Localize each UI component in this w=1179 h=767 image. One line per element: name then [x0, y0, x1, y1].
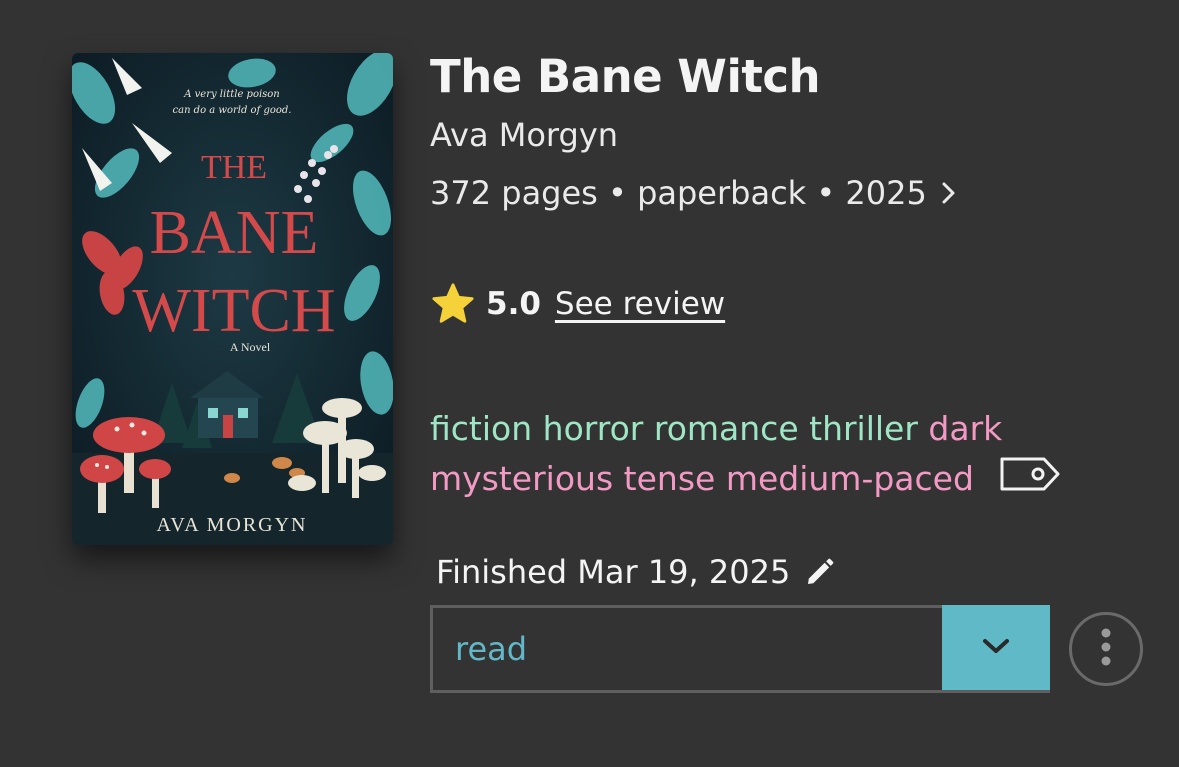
- genre-tag[interactable]: horror: [543, 409, 644, 448]
- book-details-row[interactable]: 372 pages • paperback • 2025: [430, 174, 957, 212]
- mood-tag[interactable]: tense: [624, 459, 716, 498]
- pencil-icon[interactable]: [804, 556, 836, 588]
- finished-date-row: Finished Mar 19, 2025: [436, 553, 836, 591]
- genre-tag[interactable]: fiction: [430, 409, 532, 448]
- see-review-link[interactable]: See review: [555, 286, 725, 322]
- book-details: 372 pages • paperback • 2025: [430, 174, 927, 212]
- chevron-right-icon: [941, 181, 957, 205]
- cover-author: AVA MORGYN: [157, 514, 308, 536]
- rating-value: 5.0: [486, 286, 541, 322]
- rating-row: 5.0 See review: [430, 282, 725, 326]
- genre-tag[interactable]: romance: [654, 409, 799, 448]
- cover-tagline-2: can do a world of good.: [173, 105, 292, 116]
- genre-tag[interactable]: thriller: [809, 409, 918, 448]
- finished-date: Finished Mar 19, 2025: [436, 553, 791, 591]
- book-title: The Bane Witch: [430, 50, 821, 103]
- book-cover[interactable]: A very little poison can do a world of g…: [72, 53, 393, 545]
- shelf-dropdown-button[interactable]: [942, 605, 1050, 693]
- book-author[interactable]: Ava Morgyn: [430, 116, 618, 154]
- shelf-select-value[interactable]: read: [430, 605, 942, 693]
- shelf-select[interactable]: read: [430, 605, 1050, 693]
- mood-tag[interactable]: mysterious: [430, 459, 613, 498]
- tag-list: fiction horror romance thriller dark mys…: [430, 404, 1130, 507]
- chevron-down-icon: [981, 636, 1011, 660]
- mood-tag[interactable]: medium-paced: [726, 459, 974, 498]
- tag-icon[interactable]: [998, 455, 1062, 507]
- cover-title-bane: BANE: [150, 199, 319, 267]
- star-icon: [430, 282, 476, 326]
- cover-title-the: THE: [201, 149, 267, 186]
- cover-subtitle: A Novel: [230, 340, 271, 354]
- cover-title-witch: WITCH: [132, 277, 335, 345]
- vertical-dots-icon: [1100, 627, 1112, 671]
- cover-tagline-1: A very little poison: [183, 89, 280, 100]
- mood-tag[interactable]: dark: [928, 409, 1002, 448]
- more-options-button[interactable]: [1069, 612, 1143, 686]
